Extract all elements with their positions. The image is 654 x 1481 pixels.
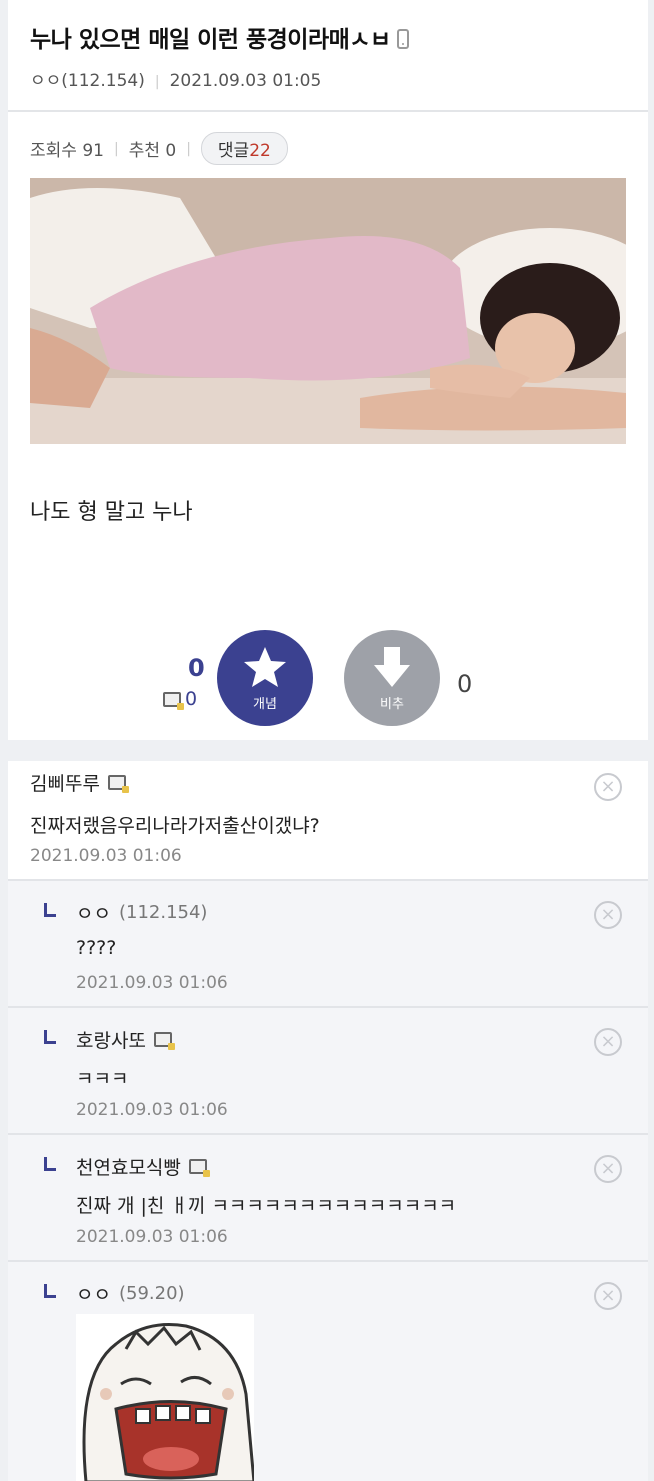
- divider: |: [154, 74, 160, 90]
- comment-author-ip: (59.20): [118, 1283, 185, 1304]
- post-title: 누나 있으면 매일 이런 풍경이라매ㅅㅂ: [30, 20, 409, 54]
- close-circle-icon[interactable]: ×: [594, 1155, 622, 1183]
- post-photo: [30, 178, 626, 444]
- post-header: 누나 있으면 매일 이런 풍경이라매ㅅㅂ ㅇㅇ(112.154) | 2021.09…: [8, 0, 648, 110]
- close-circle-icon[interactable]: ×: [594, 1282, 622, 1310]
- upvote-count: 0: [188, 654, 205, 682]
- divider: |: [113, 140, 119, 157]
- comment-author[interactable]: 천연효모식빵: [76, 1153, 210, 1180]
- comment-author-name: ㅇㅇ: [76, 1284, 111, 1306]
- arrow-down-icon: [374, 646, 410, 687]
- downvote-button[interactable]: 비추: [344, 630, 440, 726]
- mobile-icon: [396, 29, 409, 49]
- post-title-text: 누나 있으면 매일 이런 풍경이라매ㅅㅂ: [30, 27, 391, 53]
- upvote-button[interactable]: 개념: [217, 630, 313, 726]
- comment-author[interactable]: 호랑사또: [76, 1026, 175, 1053]
- downvote-count: 0: [457, 670, 473, 698]
- comment-count: 22: [249, 141, 271, 161]
- comment-date: 2021.09.03 01:06: [76, 973, 228, 993]
- fixed-nick-icon: [163, 691, 184, 710]
- reply-item: 호랑사또 ㅋㅋㅋ 2021.09.03 01:06 ×: [8, 1008, 648, 1135]
- fixed-nick-icon: [107, 775, 129, 793]
- reply-item: ㅇㅇ (112.154) ???? 2021.09.03 01:06 ×: [8, 881, 648, 1008]
- comment-list: 김삐뚜루 진짜저랬음우리나라가저출산이갰냐? 2021.09.03 01:06 …: [8, 761, 648, 1481]
- recommend-count: 추천 0: [128, 141, 177, 161]
- fixed-upvote-count: 0: [163, 688, 197, 710]
- comment-date: 2021.09.03 01:06: [30, 846, 182, 866]
- comment-author[interactable]: ㅇㅇ (59.20): [76, 1280, 185, 1307]
- post-image[interactable]: [30, 178, 626, 444]
- comment-author[interactable]: ㅇㅇ (112.154): [76, 899, 207, 926]
- comment-text: ????: [76, 937, 117, 959]
- comment-label: 댓글: [217, 141, 250, 161]
- post-stats: 조회수 91 | 추천 0 | 댓글22: [30, 132, 288, 165]
- reply-item: ㅇㅇ (59.20) ×: [8, 1262, 648, 1481]
- comment-author-ip: (112.154): [118, 902, 208, 923]
- close-circle-icon[interactable]: ×: [594, 773, 622, 801]
- comment-item: 김삐뚜루 진짜저랬음우리나라가저출산이갰냐? 2021.09.03 01:06 …: [8, 761, 648, 881]
- upvote-label: 개념: [253, 696, 277, 712]
- comment-author[interactable]: 김삐뚜루: [30, 769, 129, 796]
- comment-text: 진짜저랬음우리나라가저출산이갰냐?: [30, 815, 320, 837]
- reply-arrow-icon: [44, 1157, 56, 1171]
- fixed-upvote-value: 0: [185, 688, 198, 710]
- comment-author-name: 김삐뚜루: [30, 773, 100, 795]
- downvote-label: 비추: [380, 696, 404, 712]
- dccon-face: [82, 1322, 254, 1481]
- post-body: 조회수 91|추천 0|댓글22 나도 형 말고 누나 0 0 개념 비: [8, 112, 648, 740]
- post-meta: ㅇㅇ(112.154) | 2021.09.03 01:05: [30, 66, 321, 91]
- reply-item: 천연효모식빵 진짜 개 |친 ㅐ끼 ㅋㅋㅋㅋㅋㅋㅋㅋㅋㅋㅋㅋㅋㅋ 2021.09…: [8, 1135, 648, 1262]
- fixed-nick-icon: [188, 1159, 210, 1177]
- comment-author-name: 호랑사또: [76, 1030, 146, 1052]
- star-icon: [244, 646, 286, 687]
- view-count: 조회수 91: [30, 141, 104, 161]
- reply-arrow-icon: [44, 1284, 56, 1298]
- post-datetime: 2021.09.03 01:05: [169, 71, 322, 91]
- reply-arrow-icon: [44, 903, 56, 917]
- comment-author-name: ㅇㅇ: [76, 903, 111, 925]
- dccon-image[interactable]: [76, 1314, 254, 1481]
- comment-date: 2021.09.03 01:06: [76, 1100, 228, 1120]
- comment-text: ㅋㅋㅋ: [76, 1068, 129, 1090]
- comment-count-button[interactable]: 댓글22: [200, 132, 288, 165]
- comment-text: 진짜 개 |친 ㅐ끼 ㅋㅋㅋㅋㅋㅋㅋㅋㅋㅋㅋㅋㅋㅋ: [76, 1195, 457, 1217]
- divider: |: [186, 140, 191, 157]
- comment-date: 2021.09.03 01:06: [76, 1227, 228, 1247]
- post-body-text: 나도 형 말고 누나: [30, 500, 193, 525]
- reply-arrow-icon: [44, 1030, 56, 1044]
- close-circle-icon[interactable]: ×: [594, 1028, 622, 1056]
- close-circle-icon[interactable]: ×: [594, 901, 622, 929]
- fixed-nick-icon: [153, 1032, 175, 1050]
- comment-author-name: 천연효모식빵: [76, 1157, 181, 1179]
- post-author[interactable]: ㅇㅇ(112.154): [30, 71, 145, 91]
